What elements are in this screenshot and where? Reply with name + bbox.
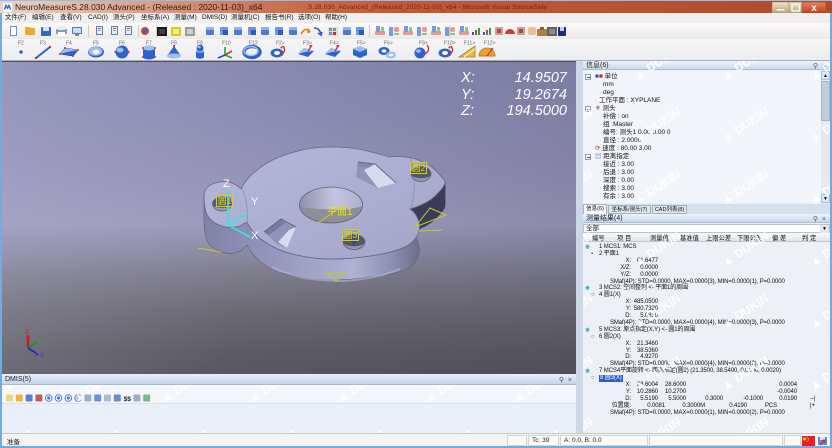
svg-text:x: x [811,3,817,13]
svg-text:F10: F10 [222,41,231,47]
svg-text:X: X [40,353,44,359]
svg-text:F5: F5 [93,41,99,47]
svg-text:F10>: F10> [444,41,456,47]
svg-text:F11>: F11> [464,41,475,47]
svg-text:$$: $$ [124,396,132,403]
svg-text:F5>: F5> [357,41,366,47]
svg-text:Y: Y [39,338,43,344]
svg-text:F3: F3 [40,41,46,47]
svg-text:F2: F2 [18,41,24,47]
svg-text:F4: F4 [66,41,72,47]
svg-text:Z: Z [25,330,29,336]
svg-text:F6>: F6> [384,41,393,47]
svg-text:F12>: F12> [484,41,496,47]
svg-text:F9>: F9> [419,41,428,47]
